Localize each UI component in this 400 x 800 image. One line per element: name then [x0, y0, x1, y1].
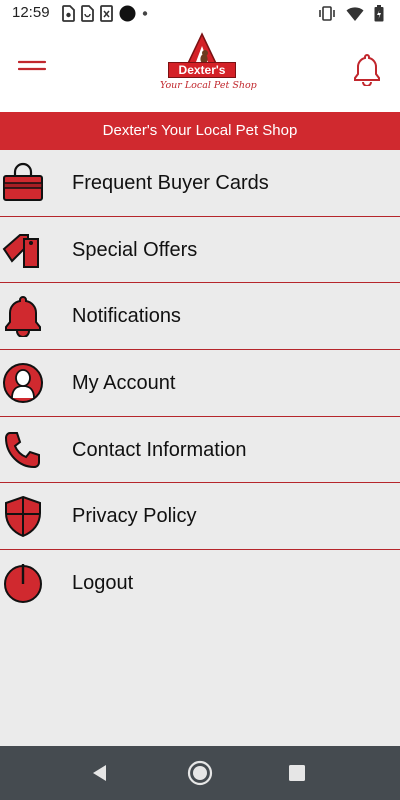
- status-notification-icons: [62, 5, 148, 22]
- main-menu: Frequent Buyer Cards Special Offers Noti…: [0, 150, 400, 617]
- menu-item-privacy-policy[interactable]: Privacy Policy: [0, 483, 400, 551]
- menu-item-logout[interactable]: Logout: [0, 550, 400, 617]
- menu-item-label: My Account: [72, 372, 176, 395]
- battery-saver-icon: [81, 5, 94, 22]
- wifi-icon: [346, 6, 364, 21]
- menu-item-label: Contact Information: [72, 438, 247, 461]
- phone-icon: [4, 431, 40, 468]
- menu-item-label: Logout: [72, 572, 134, 595]
- nav-back-button[interactable]: [88, 761, 112, 785]
- menu-item-contact-information[interactable]: Contact Information: [0, 417, 400, 484]
- battery-icon: [374, 5, 384, 22]
- menu-item-label: Privacy Policy: [72, 505, 197, 528]
- menu-item-special-offers[interactable]: Special Offers: [0, 217, 400, 284]
- home-icon: [187, 760, 213, 786]
- vibrate-icon: [319, 6, 335, 21]
- shield-icon: [5, 496, 41, 538]
- menu-item-label: Special Offers: [72, 238, 198, 261]
- status-time: 12:59: [12, 4, 50, 21]
- logo-tagline: Your Local Pet Shop: [160, 80, 257, 91]
- app-header: Dexter's Your Local Pet Shop: [0, 28, 400, 112]
- menu-item-my-account[interactable]: My Account: [0, 350, 400, 417]
- hamburger-menu-button[interactable]: [17, 56, 48, 80]
- notifications-button[interactable]: [352, 52, 382, 87]
- power-icon: [4, 564, 42, 604]
- price-tags-icon: [2, 233, 39, 268]
- nav-recents-button[interactable]: [287, 763, 307, 783]
- dot-icon: [142, 11, 148, 16]
- menu-item-frequent-buyer-cards[interactable]: Frequent Buyer Cards: [0, 150, 400, 217]
- recents-icon: [289, 765, 305, 781]
- logo-name: Dexter's: [168, 62, 236, 78]
- circle-icon: [119, 5, 136, 22]
- sd-card-icon: [100, 5, 113, 22]
- status-bar: 12:59: [0, 0, 400, 28]
- bell-icon: [5, 296, 41, 338]
- dexters-logo: Dexter's Your Local Pet Shop: [160, 32, 257, 96]
- menu-item-notifications[interactable]: Notifications: [0, 283, 400, 351]
- sim-card-icon: [62, 5, 75, 22]
- title-banner: Dexter's Your Local Pet Shop: [0, 112, 400, 150]
- back-icon: [93, 765, 106, 781]
- menu-item-label: Frequent Buyer Cards: [72, 172, 269, 194]
- hamburger-icon: [17, 60, 47, 71]
- bell-icon: [354, 53, 380, 87]
- shopping-bag-icon: [3, 162, 43, 201]
- status-system-icons: [318, 5, 384, 22]
- nav-home-button[interactable]: [187, 760, 213, 786]
- system-navigation-bar: [0, 746, 400, 800]
- user-icon: [3, 363, 43, 404]
- menu-item-label: Notifications: [72, 305, 181, 328]
